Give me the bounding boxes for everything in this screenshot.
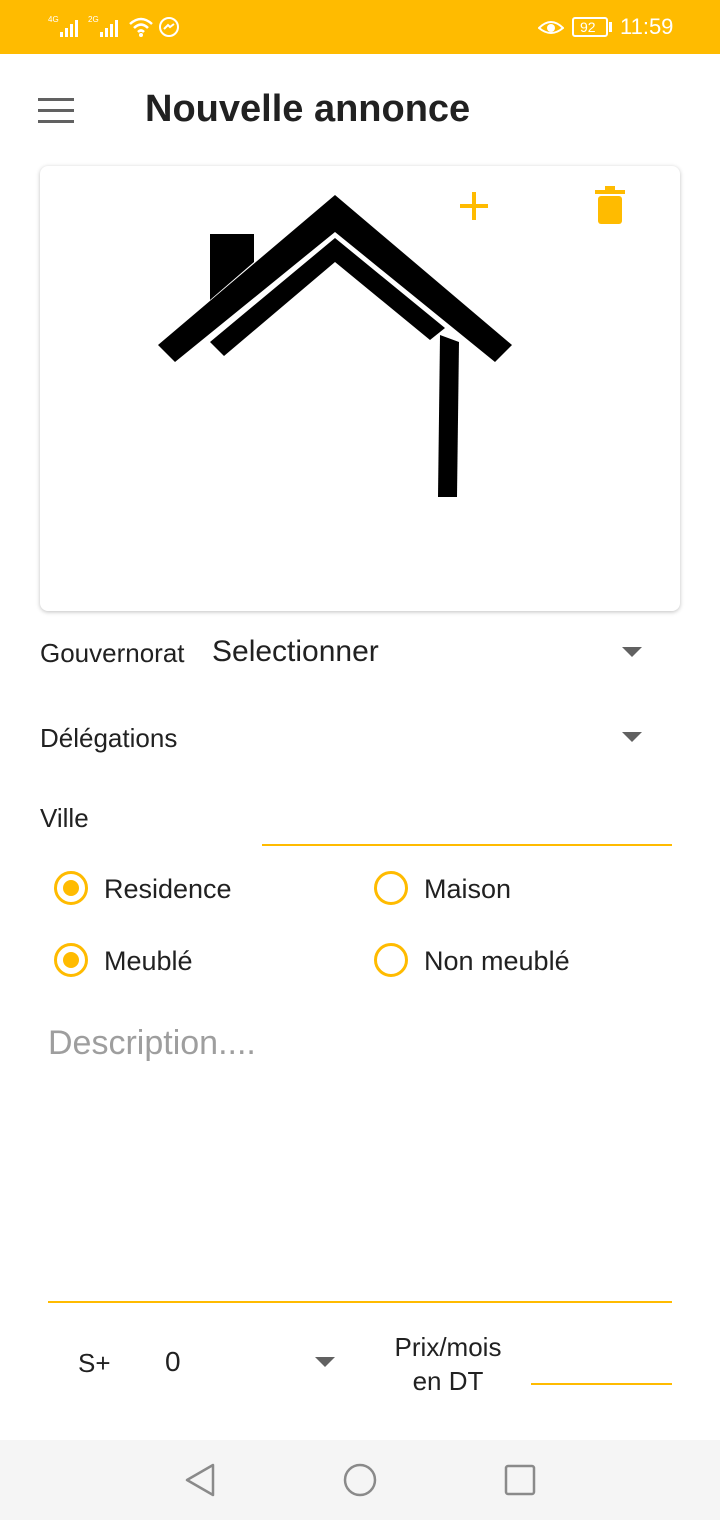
gouvernorat-label: Gouvernorat xyxy=(40,638,185,668)
chevron-down-icon[interactable] xyxy=(315,1357,335,1367)
battery-tip xyxy=(609,22,612,32)
delegations-label: Délégations xyxy=(40,723,178,753)
menu-icon[interactable] xyxy=(36,96,76,131)
trash-icon[interactable] xyxy=(595,186,625,229)
description-input[interactable]: Description.... xyxy=(48,1010,672,1300)
description-placeholder: Description.... xyxy=(48,1024,256,1062)
radio-maison[interactable] xyxy=(374,871,408,905)
price-label-line1: Prix/mois xyxy=(394,1332,502,1362)
back-icon[interactable] xyxy=(184,1462,216,1503)
residence-label[interactable]: Residence xyxy=(104,874,232,905)
delegations-select[interactable] xyxy=(210,710,650,766)
non-meuble-label[interactable]: Non meublé xyxy=(424,946,570,977)
svg-text:4G: 4G xyxy=(48,15,59,24)
battery-icon: 92 xyxy=(572,17,608,37)
radio-residence[interactable] xyxy=(54,871,88,905)
price-label: Prix/mois en DT xyxy=(380,1330,516,1398)
home-icon[interactable] xyxy=(342,1462,378,1503)
svg-text:2G: 2G xyxy=(88,15,99,24)
maison-label[interactable]: Maison xyxy=(424,874,511,905)
ville-label: Ville xyxy=(40,803,89,833)
description-underline xyxy=(48,1301,672,1303)
clock: 11:59 xyxy=(620,14,674,39)
page-title: Nouvelle annonce xyxy=(145,88,471,130)
recents-icon[interactable] xyxy=(504,1464,536,1501)
house-icon xyxy=(150,190,520,515)
price-input[interactable] xyxy=(531,1340,672,1382)
price-underline xyxy=(531,1383,672,1385)
wifi-icon xyxy=(128,16,154,43)
meuble-label[interactable]: Meublé xyxy=(104,946,193,977)
price-label-line2: en DT xyxy=(412,1366,484,1396)
signal-icon: 4G xyxy=(48,14,82,43)
plus-icon[interactable] xyxy=(458,190,490,227)
gouvernorat-select[interactable]: Selectionner xyxy=(212,635,379,669)
radio-meuble[interactable] xyxy=(54,943,88,977)
messenger-icon xyxy=(158,16,180,43)
ville-input[interactable] xyxy=(262,800,672,842)
status-bar: 4G 2G 92 11:59 xyxy=(0,0,720,54)
ville-underline xyxy=(262,844,672,846)
signal-icon: 2G xyxy=(88,14,122,43)
chevron-down-icon[interactable] xyxy=(622,732,642,742)
rooms-label: S+ xyxy=(78,1348,111,1378)
eye-icon xyxy=(537,16,565,43)
rooms-select[interactable]: 0 xyxy=(165,1346,181,1378)
radio-non-meuble[interactable] xyxy=(374,943,408,977)
battery-level: 92 xyxy=(580,19,596,35)
chevron-down-icon[interactable] xyxy=(622,647,642,657)
